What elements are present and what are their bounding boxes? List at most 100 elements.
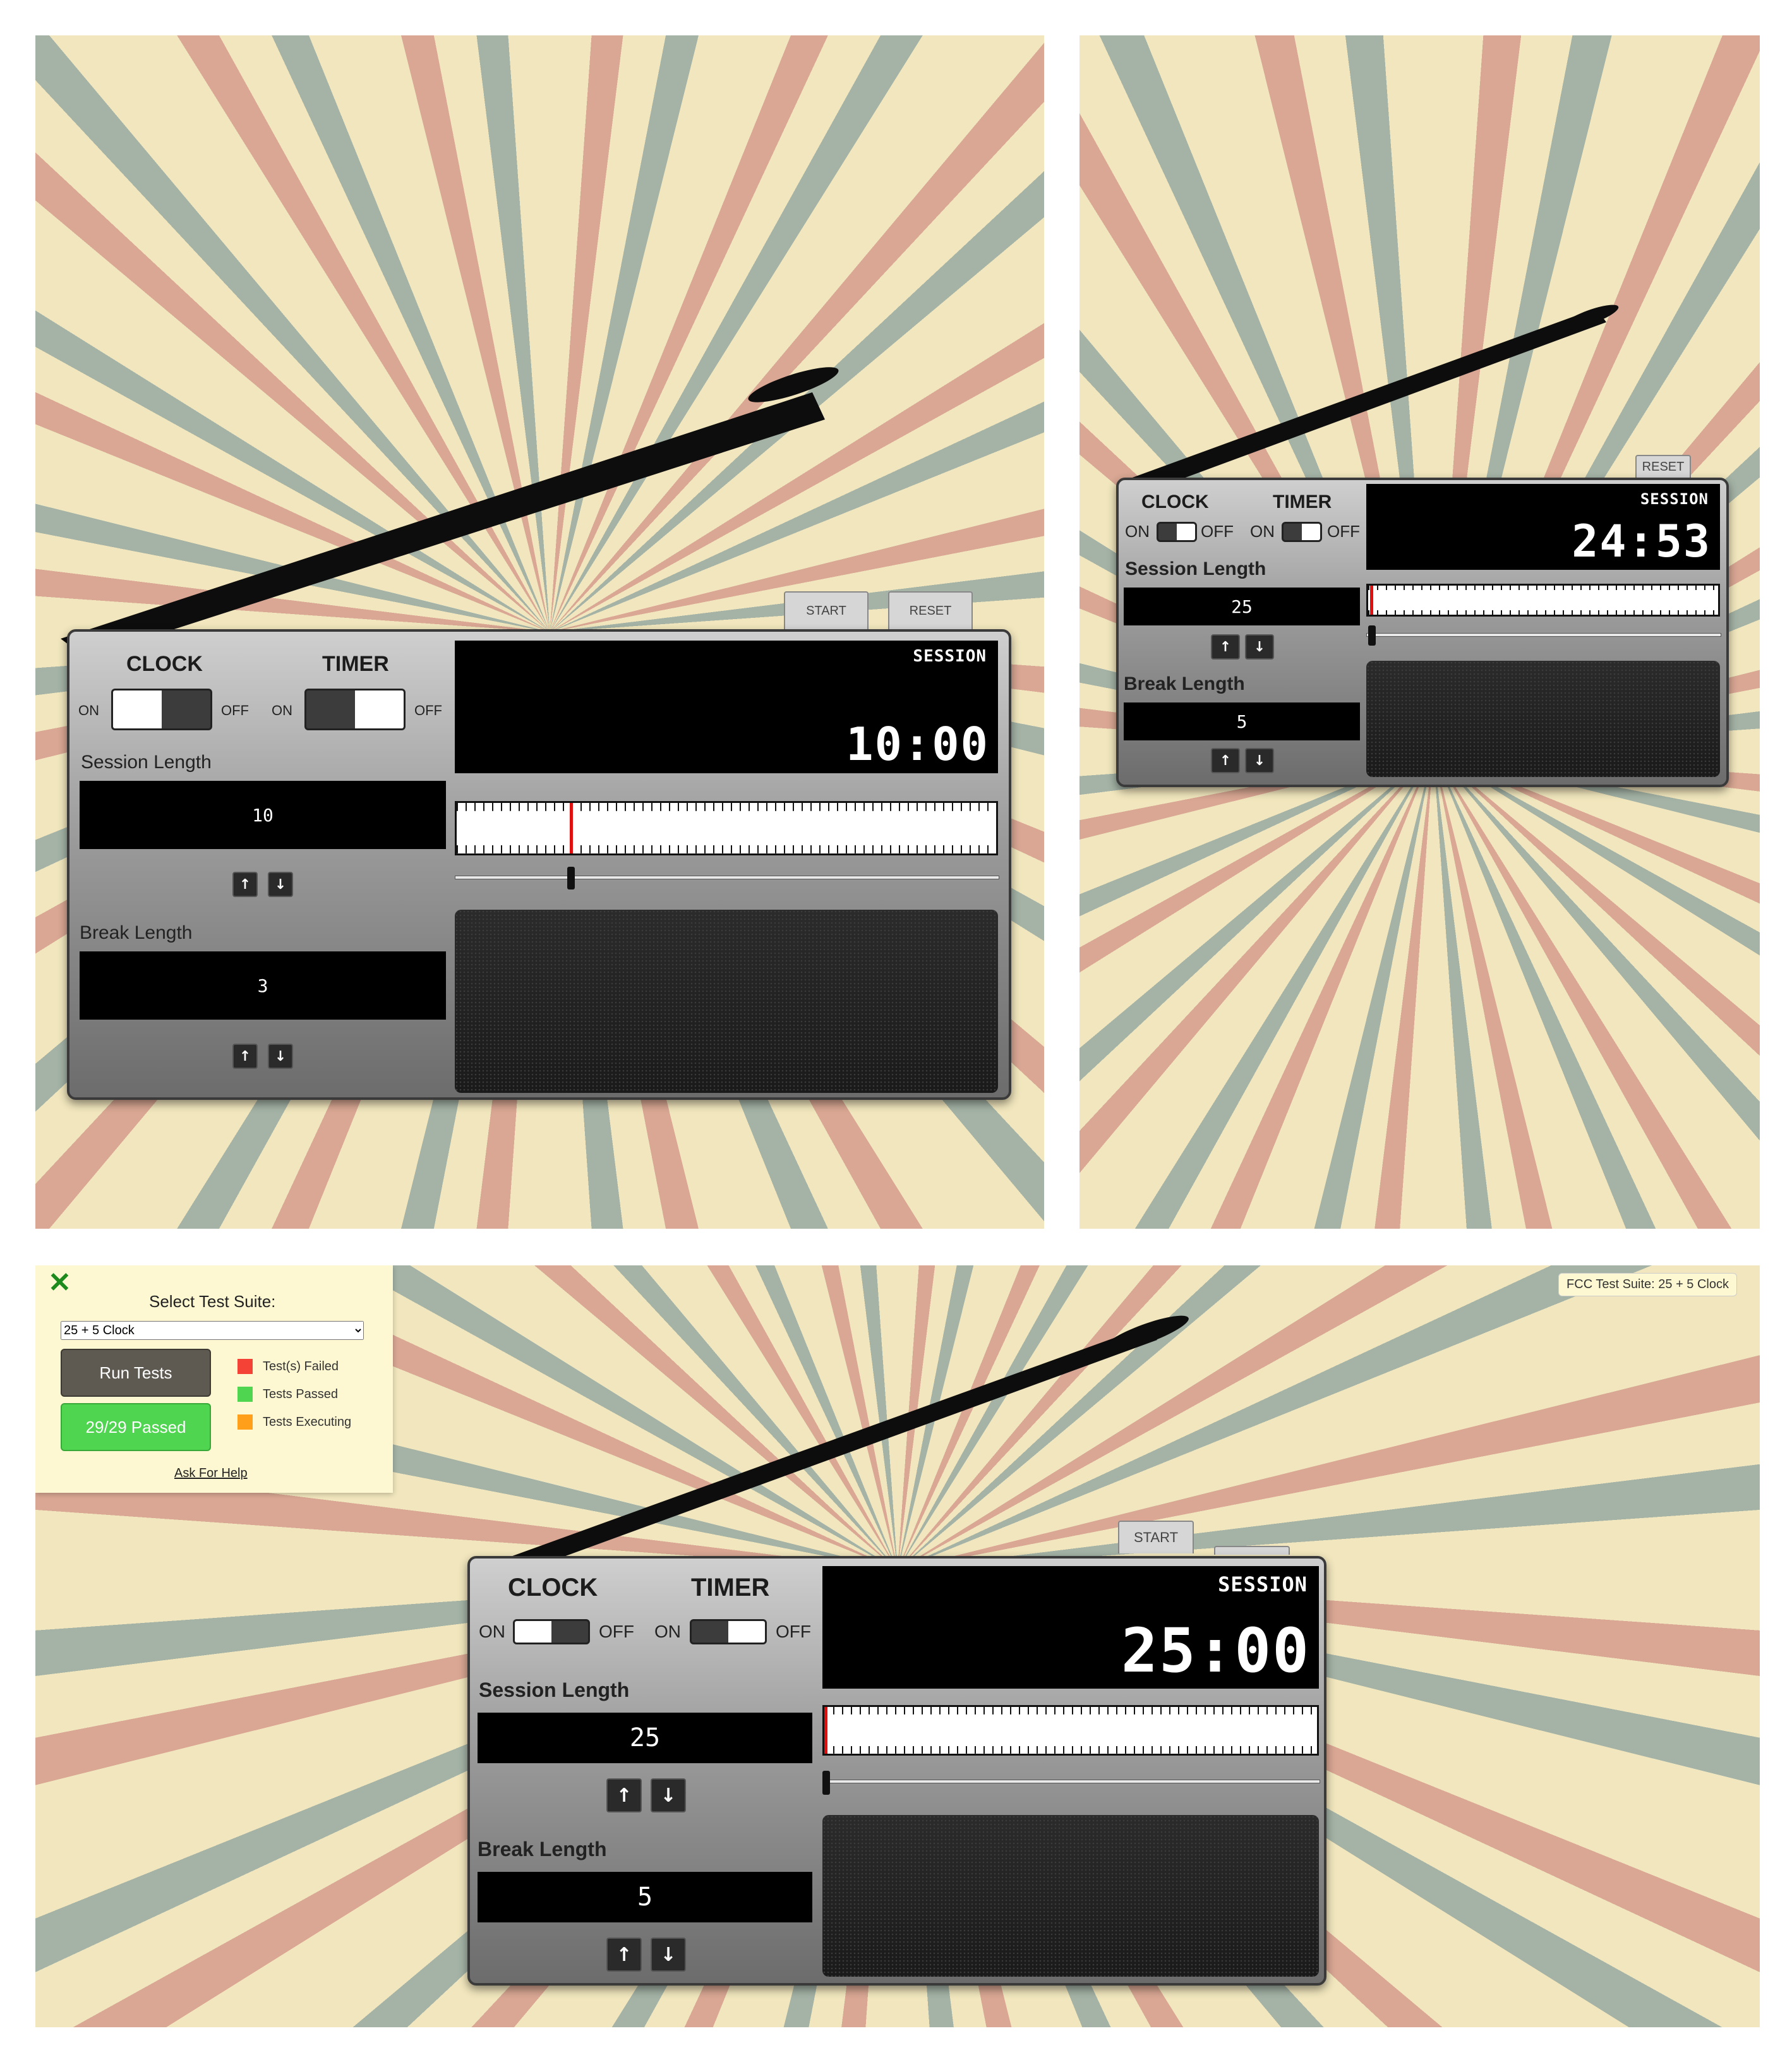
progress-thumb[interactable] [567, 867, 575, 889]
legend-label: Test(s) Failed [263, 1359, 339, 1373]
legend-label: Tests Executing [263, 1414, 352, 1429]
time-display: SESSION 25:00 [822, 1566, 1319, 1689]
session-decrement-button[interactable]: ↓ [268, 872, 293, 897]
timer-label: TIMER [691, 1574, 770, 1601]
swatch-green [238, 1387, 253, 1402]
clock-label: CLOCK [126, 652, 203, 676]
timer-off-label: OFF [1327, 522, 1360, 541]
test-suite-title: Select Test Suite: [149, 1292, 276, 1311]
clock-label: CLOCK [508, 1574, 598, 1601]
radio-body: CLOCK TIMER ON OFF ON OFF Session Length… [467, 1556, 1326, 1986]
session-length-label: Session Length [1125, 558, 1266, 579]
legend-executing: Tests Executing [238, 1414, 351, 1430]
start-button[interactable]: START [784, 591, 869, 629]
screenshot-panel-b: RESET CLOCK TIMER ON OFF ON OFF Session … [1079, 35, 1760, 1229]
break-length-label: Break Length [478, 1838, 607, 1860]
fcc-test-panel: ✕ Select Test Suite: 25 + 5 Clock Run Te… [35, 1265, 393, 1493]
timer-mode-label: SESSION [913, 647, 987, 666]
clock-label: CLOCK [1141, 491, 1209, 512]
timer-label: TIMER [322, 652, 389, 676]
dial-needle [1370, 586, 1373, 615]
clock-off-label: OFF [599, 1622, 634, 1641]
run-tests-button[interactable]: Run Tests [61, 1349, 211, 1397]
timer-switch[interactable] [304, 689, 406, 730]
clock-on-label: ON [1125, 522, 1150, 541]
tuning-dial [822, 1705, 1319, 1756]
progress-track [822, 1780, 1320, 1783]
time-left: 25:00 [1121, 1615, 1310, 1686]
tuning-dial [455, 801, 998, 855]
clock-on-label: ON [78, 702, 99, 718]
tuning-dial [1366, 584, 1720, 617]
session-length-display: 25 [1124, 588, 1360, 625]
timer-mode-label: SESSION [1218, 1572, 1308, 1596]
time-display: SESSION 24:53 [1366, 484, 1720, 570]
radio-body: CLOCK TIMER ON OFF ON OFF Session Length… [67, 629, 1011, 1100]
tests-result-button[interactable]: 29/29 Passed [61, 1403, 211, 1451]
dial-needle [824, 1707, 827, 1754]
session-length-label: Session Length [81, 752, 212, 773]
clock-on-label: ON [479, 1622, 505, 1641]
switch-knob [515, 1621, 551, 1643]
legend-passed: Tests Passed [238, 1387, 338, 1402]
clock-switch[interactable] [111, 689, 212, 730]
break-length-label: Break Length [1124, 673, 1245, 694]
session-decrement-button[interactable]: ↓ [651, 1778, 686, 1812]
speaker-grille [822, 1815, 1319, 1977]
progress-track [1366, 633, 1721, 637]
clock-switch[interactable] [1157, 522, 1197, 542]
legend-failed: Test(s) Failed [238, 1359, 339, 1374]
break-increment-button[interactable]: ↑ [1211, 748, 1240, 773]
session-decrement-button[interactable]: ↓ [1245, 634, 1274, 660]
session-length-display: 10 [80, 781, 446, 849]
break-length-label: Break Length [80, 922, 193, 943]
timer-label: TIMER [1273, 491, 1332, 512]
break-increment-button[interactable]: ↑ [232, 1044, 258, 1069]
break-length-display: 5 [1124, 702, 1360, 740]
clock-off-label: OFF [221, 702, 249, 718]
timer-on-label: ON [654, 1622, 681, 1641]
switch-knob [355, 690, 404, 728]
break-length-display: 3 [80, 951, 446, 1020]
session-length-label: Session Length [479, 1679, 630, 1701]
timer-mode-label: SESSION [1640, 490, 1709, 508]
progress-track [455, 876, 999, 879]
swatch-orange [238, 1414, 253, 1430]
clock-off-label: OFF [1201, 522, 1234, 541]
swatch-red [238, 1359, 253, 1374]
timer-on-label: ON [272, 702, 292, 718]
ask-for-help-link[interactable]: Ask For Help [174, 1466, 248, 1481]
timer-off-label: OFF [414, 702, 442, 718]
speaker-grille [1366, 661, 1720, 777]
break-decrement-button[interactable]: ↓ [651, 1938, 686, 1972]
fcc-test-suite-tag[interactable]: FCC Test Suite: 25 + 5 Clock [1558, 1273, 1737, 1296]
progress-thumb[interactable] [1368, 625, 1376, 646]
timer-switch[interactable] [1282, 522, 1322, 542]
reset-button[interactable]: RESET [888, 591, 973, 629]
test-suite-select[interactable]: 25 + 5 Clock [61, 1321, 364, 1340]
session-length-display: 25 [478, 1713, 812, 1763]
break-length-display: 5 [478, 1872, 812, 1922]
break-decrement-button[interactable]: ↓ [268, 1044, 293, 1069]
progress-thumb[interactable] [822, 1771, 830, 1795]
switch-knob [728, 1621, 765, 1643]
break-decrement-button[interactable]: ↓ [1245, 748, 1274, 773]
start-button[interactable]: START [1118, 1521, 1194, 1553]
switch-knob [1302, 524, 1320, 540]
time-display: SESSION 10:00 [455, 641, 998, 773]
switch-knob [1177, 524, 1195, 540]
screenshot-panel-c: ✕ Select Test Suite: 25 + 5 Clock Run Te… [35, 1265, 1760, 2027]
switch-knob [113, 690, 162, 728]
timer-switch[interactable] [690, 1619, 767, 1644]
screenshot-panel-a: START RESET CLOCK TIMER ON OFF ON OFF Se… [35, 35, 1044, 1229]
timer-off-label: OFF [776, 1622, 811, 1641]
reset-button[interactable] [1214, 1546, 1290, 1555]
session-increment-button[interactable]: ↑ [1211, 634, 1240, 660]
time-left: 10:00 [846, 718, 989, 771]
reset-button[interactable]: RESET [1635, 455, 1691, 478]
close-icon[interactable]: ✕ [48, 1269, 71, 1297]
session-increment-button[interactable]: ↑ [606, 1778, 642, 1812]
clock-switch[interactable] [513, 1619, 590, 1644]
break-increment-button[interactable]: ↑ [606, 1938, 642, 1972]
session-increment-button[interactable]: ↑ [232, 872, 258, 897]
